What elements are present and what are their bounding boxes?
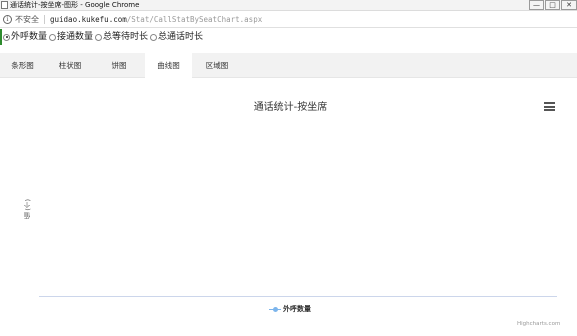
url-path: /Stat/CallStatBySeatChart.aspx — [126, 15, 263, 24]
security-label[interactable]: 不安全 — [15, 11, 39, 28]
radio-button[interactable] — [95, 33, 103, 41]
y-axis-label: 值 (个) — [24, 199, 32, 220]
menu-bar — [544, 105, 555, 108]
x-axis-line — [39, 296, 557, 297]
metric-radio-group: 外呼数量 接通数量 总等待时长 总通话时长 — [0, 29, 577, 45]
tab-line-chart[interactable]: 曲线图 — [145, 53, 192, 79]
chart-credits[interactable]: Highcharts.com — [517, 321, 560, 327]
close-button[interactable]: ✕ — [561, 0, 577, 10]
tab-bar-chart[interactable]: 条形图 — [0, 53, 45, 78]
menu-bar — [544, 102, 555, 104]
chart-title: 通话统计-按坐席 — [253, 102, 328, 113]
radio-total-talk-time[interactable]: 总通话时长 — [150, 29, 203, 45]
window-title-bar: 通话统计-按坐席-图形 - Google Chrome — □ ✕ — [0, 0, 577, 11]
page-icon — [1, 1, 8, 9]
url-host: guidao.kukefu.com — [50, 15, 127, 24]
radio-label[interactable]: 接通数量 — [57, 29, 93, 45]
radio-total-wait-time[interactable]: 总等待时长 — [95, 29, 148, 45]
radio-button[interactable] — [150, 33, 158, 41]
radio-button-checked[interactable] — [3, 33, 10, 41]
legend-marker-point — [272, 306, 278, 312]
chart-type-tabs: 条形图 柱状图 饼图 曲线图 区域图 — [0, 53, 577, 79]
tab-pie-chart[interactable]: 饼图 — [97, 53, 141, 78]
maximize-button[interactable]: □ — [545, 0, 560, 10]
legend-item[interactable]: 外呼数量 — [269, 304, 311, 314]
address-divider — [44, 15, 45, 24]
radio-button[interactable] — [49, 33, 57, 41]
legend-marker-icon — [269, 306, 281, 312]
tab-area-chart[interactable]: 区域图 — [194, 53, 240, 78]
radio-label[interactable]: 总通话时长 — [158, 29, 203, 45]
tab-column-chart[interactable]: 柱状图 — [48, 53, 92, 78]
info-icon[interactable]: i — [3, 15, 12, 24]
radio-label[interactable]: 外呼数量 — [11, 29, 47, 45]
chart-menu-icon[interactable] — [544, 102, 555, 111]
minimize-button[interactable]: — — [529, 0, 544, 10]
radio-connected-count[interactable]: 接通数量 — [49, 29, 93, 45]
address-bar[interactable]: i 不安全 guidao.kukefu.com/Stat/CallStatByS… — [0, 11, 577, 28]
line-chart: 通话统计-按坐席 值 (个) 外呼数量 Highcharts.com — [0, 79, 577, 336]
menu-bar — [544, 109, 555, 111]
radio-outbound-count[interactable]: 外呼数量 — [3, 29, 47, 45]
url-text[interactable]: guidao.kukefu.com/Stat/CallStatBySeatCha… — [50, 11, 262, 28]
legend-label: 外呼数量 — [283, 305, 311, 313]
radio-label[interactable]: 总等待时长 — [103, 29, 148, 45]
window-title: 通话统计-按坐席-图形 - Google Chrome — [10, 1, 140, 9]
